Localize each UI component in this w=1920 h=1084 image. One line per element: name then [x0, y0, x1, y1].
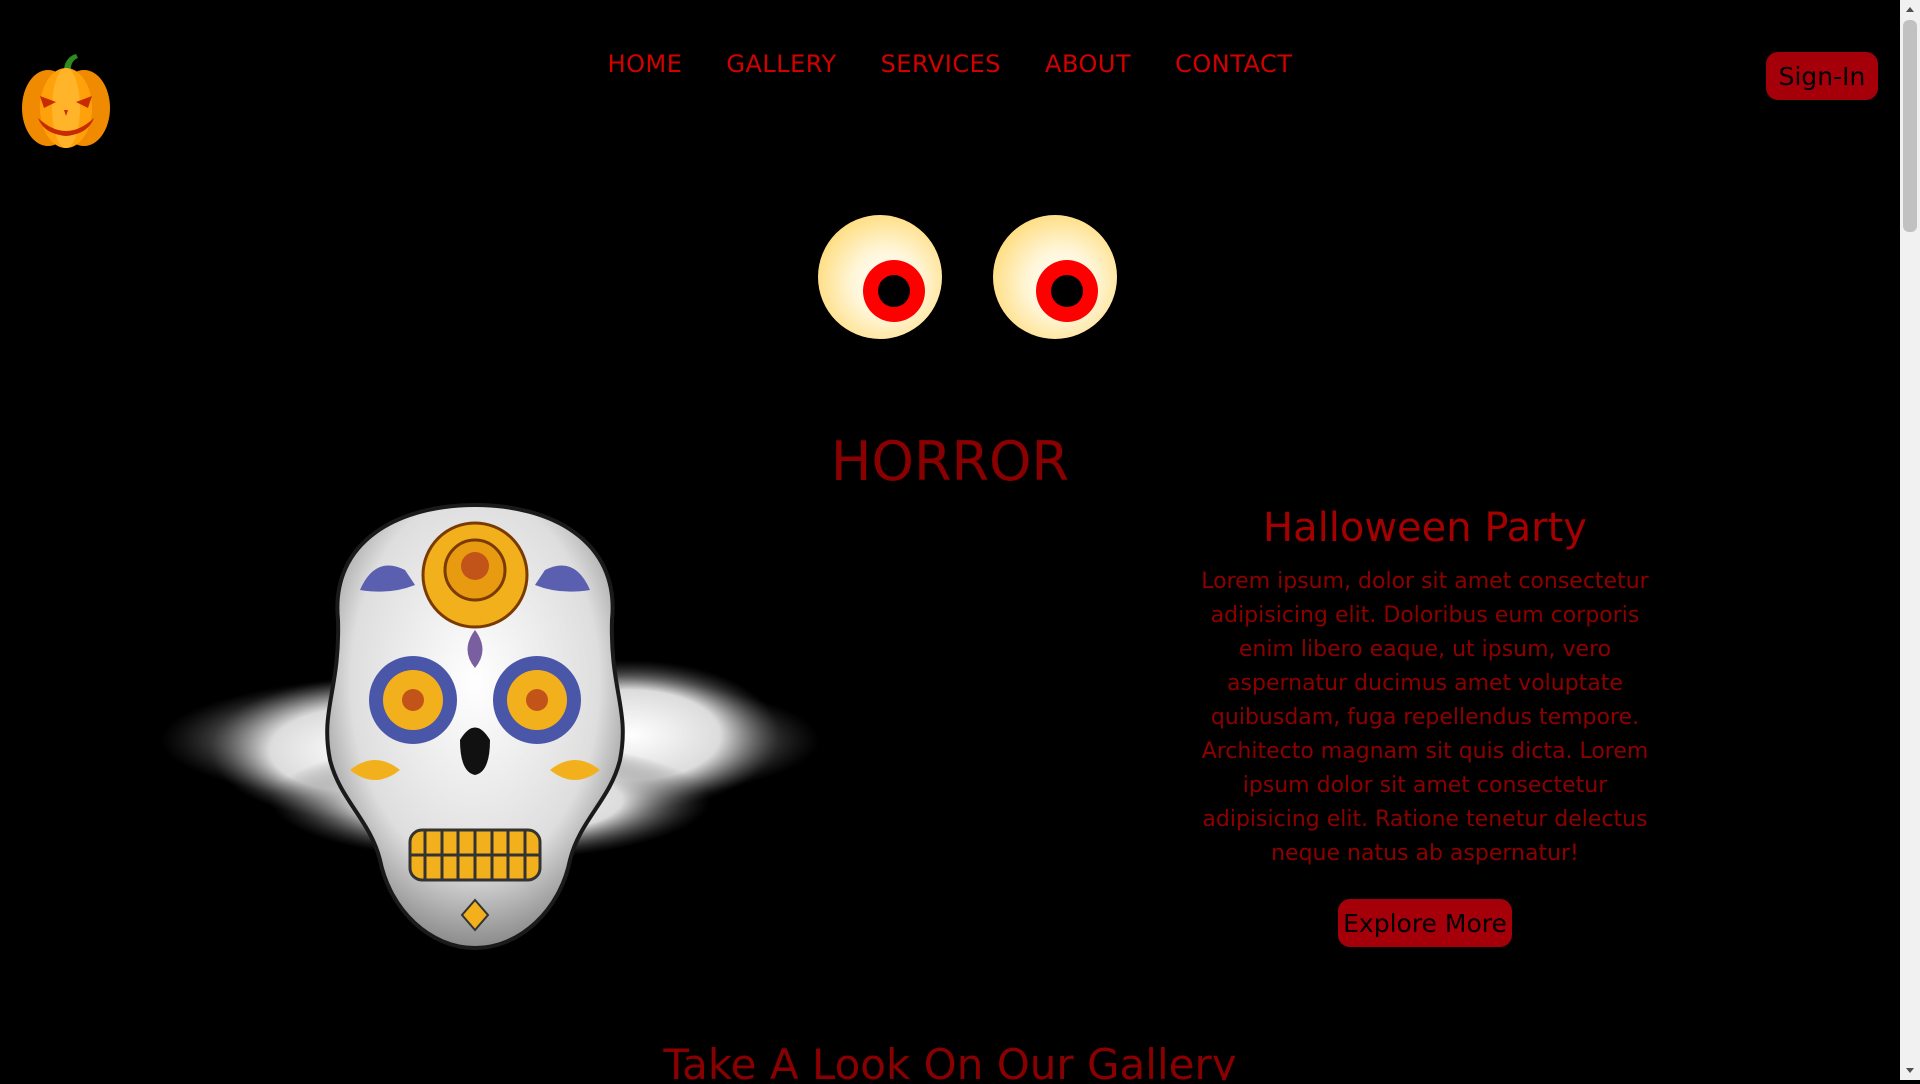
- gallery-title: Take A Look On Our Gallery: [663, 1040, 1237, 1080]
- party-description: Lorem ipsum, dolor sit amet consectetur …: [1201, 569, 1649, 866]
- nav-home[interactable]: HOME: [608, 50, 683, 78]
- page: HOME GALLERY SERVICES ABOUT CONTACT Sign…: [0, 0, 1900, 1080]
- iris: [1036, 260, 1098, 322]
- scroll-down-icon[interactable]: [1900, 1062, 1920, 1080]
- right-eye-icon: [993, 215, 1117, 339]
- sugar-skull-image: [160, 500, 820, 951]
- party-section: Halloween Party Lorem ipsum, dolor sit a…: [1200, 505, 1650, 871]
- nav-services[interactable]: SERVICES: [881, 50, 1001, 78]
- hero-title: HORROR: [830, 430, 1070, 493]
- scrollbar-thumb[interactable]: [1903, 20, 1917, 232]
- nav-gallery[interactable]: GALLERY: [726, 50, 836, 78]
- sign-in-button[interactable]: Sign-In: [1766, 52, 1878, 100]
- party-heading: Halloween Party: [1263, 505, 1587, 551]
- nav-about[interactable]: ABOUT: [1045, 50, 1131, 78]
- pupil: [878, 275, 910, 307]
- pupil: [1051, 275, 1083, 307]
- iris: [863, 260, 925, 322]
- nav-contact[interactable]: CONTACT: [1175, 50, 1292, 78]
- left-eye-icon: [818, 215, 942, 339]
- main-nav: HOME GALLERY SERVICES ABOUT CONTACT: [0, 50, 1900, 78]
- scroll-up-icon[interactable]: [1900, 0, 1920, 18]
- explore-more-button[interactable]: Explore More: [1338, 899, 1512, 947]
